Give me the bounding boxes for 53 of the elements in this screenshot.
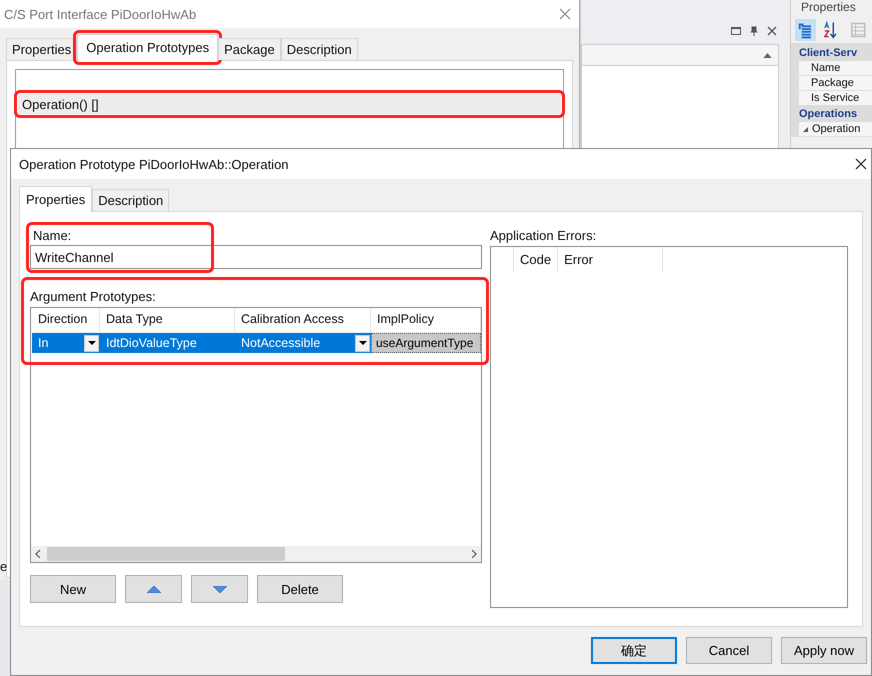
window-title: Operation Prototype PiDoorIoHwAb::Operation <box>19 156 289 172</box>
property-name: Is Service <box>810 92 860 104</box>
scroll-left-icon[interactable] <box>35 550 41 558</box>
table-cell: NotAccessible <box>241 336 320 350</box>
dropdown-button[interactable] <box>355 334 370 352</box>
scroll-right-icon[interactable] <box>471 550 477 558</box>
property-category[interactable]: Operations <box>791 106 872 122</box>
property-name: Operation <box>811 123 860 135</box>
move-down-button[interactable] <box>191 575 248 603</box>
window-title: C/S Port Interface PiDoorIoHwAb <box>4 6 196 22</box>
horizontal-scrollbar[interactable] <box>31 546 481 562</box>
dialog-button[interactable]: Cancel <box>686 637 772 664</box>
maximize-icon[interactable] <box>731 26 741 36</box>
sort-up-icon[interactable] <box>763 52 772 58</box>
column-header[interactable]: Error <box>558 247 664 273</box>
up-triangle-icon <box>146 586 160 592</box>
column-header[interactable]: Calibration Access <box>235 308 371 332</box>
field-label: Name: <box>32 227 72 245</box>
section-label: Application Errors: <box>490 227 598 245</box>
tab[interactable]: Properties <box>19 186 92 212</box>
panel-title: Properties <box>800 0 857 15</box>
close-icon[interactable] <box>855 158 867 170</box>
dialog-button[interactable]: 确定 <box>591 637 677 664</box>
action-button[interactable]: Delete <box>257 575 343 603</box>
caret-icon <box>358 341 366 345</box>
table-cell: IdtDioValueType <box>106 336 197 350</box>
close-icon[interactable] <box>767 26 777 36</box>
dropdown-button[interactable] <box>84 334 99 352</box>
table-cell: In <box>38 336 48 350</box>
table-row[interactable]: In IdtDioValueType NotAccessible useArgumentType <box>32 333 481 353</box>
property-name: Name <box>810 62 840 74</box>
name-field[interactable]: WriteChannel <box>30 245 482 269</box>
tab[interactable]: Properties <box>6 38 78 60</box>
pin-icon[interactable] <box>749 26 759 36</box>
window-edge-text: e <box>0 559 8 574</box>
list-item[interactable]: Operation() [] <box>18 94 561 114</box>
tab[interactable]: Package <box>218 38 281 60</box>
dialog-button[interactable]: Apply now <box>781 637 867 664</box>
down-triangle-icon <box>212 586 226 592</box>
property-name: Package <box>810 77 854 89</box>
expander-icon[interactable] <box>803 126 808 132</box>
column-header[interactable]: Data Type <box>100 308 235 332</box>
property-category[interactable]: Client-Serv <box>791 45 872 61</box>
column-header[interactable]: Direction <box>32 308 100 332</box>
tab[interactable]: Description <box>280 38 358 60</box>
section-label: Argument Prototypes: <box>30 289 157 306</box>
column-header[interactable]: ImplPolicy <box>371 308 481 332</box>
action-button[interactable]: New <box>30 575 116 603</box>
column-header[interactable]: Code <box>514 247 558 273</box>
table-cell[interactable]: useArgumentType <box>371 333 481 353</box>
categorized-icon[interactable] <box>795 19 816 41</box>
move-up-button[interactable] <box>125 575 182 603</box>
caret-icon <box>88 341 96 345</box>
